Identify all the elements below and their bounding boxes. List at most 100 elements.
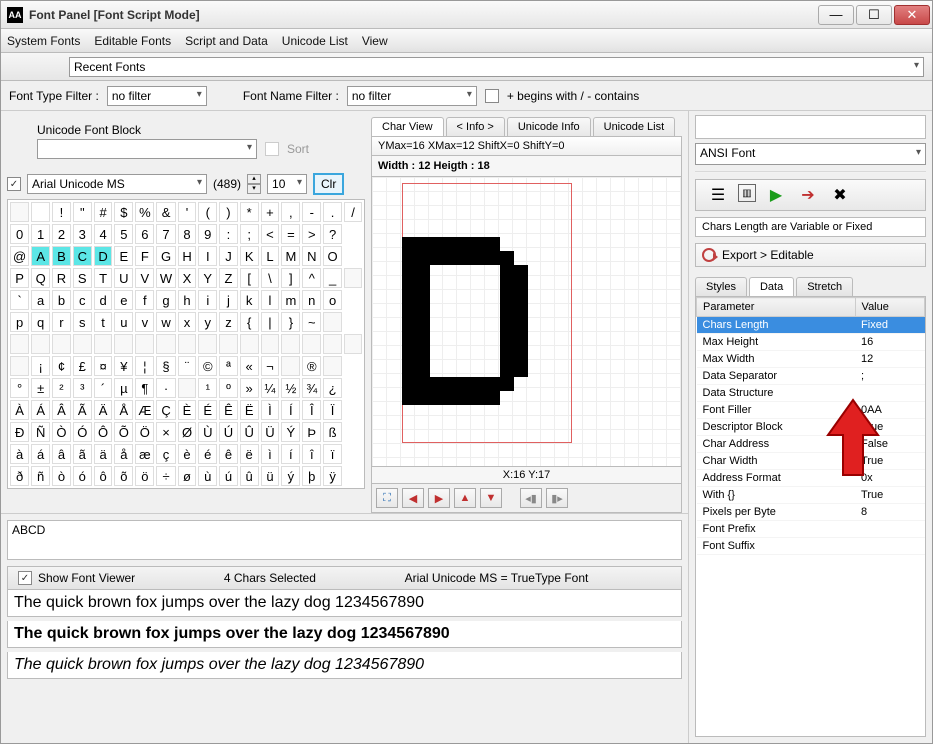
char-cell[interactable]: u (114, 312, 133, 332)
close-button[interactable]: ✕ (894, 5, 930, 25)
char-cell[interactable]: À (10, 400, 29, 420)
char-cell[interactable]: M (281, 246, 300, 266)
char-cell[interactable]: J (219, 246, 238, 266)
char-cell[interactable] (10, 202, 29, 222)
param-row[interactable]: Char WidthTrue (697, 453, 925, 470)
char-cell[interactable] (114, 334, 133, 354)
show-font-viewer-checkbox[interactable]: ✓ (18, 571, 32, 585)
export-row[interactable]: Export > Editable (695, 243, 926, 267)
char-cell[interactable]: _ (323, 268, 342, 288)
char-cell[interactable]: Ä (94, 400, 113, 420)
char-cell[interactable]: v (135, 312, 154, 332)
char-cell[interactable]: X (178, 268, 197, 288)
char-cell[interactable]: ì (261, 444, 280, 464)
char-cell[interactable]: l (261, 290, 280, 310)
char-cell[interactable]: º (219, 378, 238, 398)
char-cell[interactable]: å (114, 444, 133, 464)
char-cell[interactable] (10, 356, 29, 376)
char-cell[interactable]: * (240, 202, 259, 222)
char-cell[interactable]: Ï (323, 400, 342, 420)
char-cell[interactable] (240, 334, 259, 354)
encoding-combo[interactable]: ANSI Font (695, 143, 926, 165)
char-cell[interactable]: Ò (52, 422, 71, 442)
char-cell[interactable]: É (198, 400, 217, 420)
fit-button[interactable]: ⛶ (376, 488, 398, 508)
char-cell[interactable]: b (52, 290, 71, 310)
char-cell[interactable]: ! (52, 202, 71, 222)
char-cell[interactable]: Á (31, 400, 50, 420)
param-row[interactable]: Font Suffix (697, 538, 925, 555)
param-row[interactable]: Descriptor BlockTrue (697, 419, 925, 436)
char-cell[interactable]: | (261, 312, 280, 332)
char-cell[interactable]: § (156, 356, 175, 376)
char-cell[interactable]: Ü (261, 422, 280, 442)
import-icon[interactable]: ➔ (796, 184, 820, 206)
char-cell[interactable]: ê (219, 444, 238, 464)
next-char-button[interactable]: ▮▸ (546, 488, 568, 508)
char-cell[interactable]: ¿ (323, 378, 342, 398)
font-index-spinner[interactable]: ▴▾ (247, 174, 261, 194)
char-cell[interactable]: 9 (198, 224, 217, 244)
char-cell[interactable]: ± (31, 378, 50, 398)
char-cell[interactable]: ù (198, 466, 217, 486)
char-cell[interactable]: g (156, 290, 175, 310)
char-cell[interactable]: { (240, 312, 259, 332)
char-cell[interactable]: Ø (178, 422, 197, 442)
char-cell[interactable]: È (178, 400, 197, 420)
char-cell[interactable]: r (52, 312, 71, 332)
recent-fonts-combo[interactable]: Recent Fonts (69, 57, 924, 77)
param-row[interactable]: Address Format0x (697, 470, 925, 487)
char-cell[interactable]: Z (219, 268, 238, 288)
char-cell[interactable]: : (219, 224, 238, 244)
char-cell[interactable]: Ê (219, 400, 238, 420)
char-cell[interactable]: j (219, 290, 238, 310)
char-cell[interactable]: Ç (156, 400, 175, 420)
char-cell[interactable]: ï (323, 444, 342, 464)
char-cell[interactable]: . (323, 202, 342, 222)
char-cell[interactable]: ~ (302, 312, 321, 332)
char-cell[interactable]: ¡ (31, 356, 50, 376)
tab-data[interactable]: Data (749, 277, 794, 296)
param-row[interactable]: Data Separator; (697, 368, 925, 385)
play-icon[interactable]: ▶ (764, 184, 788, 206)
char-cell[interactable]: ¨ (178, 356, 197, 376)
tab-unicode-list[interactable]: Unicode List (593, 117, 676, 136)
tab-unicode-info[interactable]: Unicode Info (507, 117, 591, 136)
char-cell[interactable]: æ (135, 444, 154, 464)
char-cell[interactable]: Ã (73, 400, 92, 420)
tab-info[interactable]: < Info > (446, 117, 505, 136)
char-cell[interactable]: , (281, 202, 300, 222)
char-cell[interactable]: ¾ (302, 378, 321, 398)
prev-char-button[interactable]: ◂▮ (520, 488, 542, 508)
char-cell[interactable]: Ë (240, 400, 259, 420)
char-cell[interactable]: â (52, 444, 71, 464)
char-cell[interactable] (344, 268, 362, 288)
char-cell[interactable] (261, 334, 280, 354)
char-cell[interactable]: 7 (156, 224, 175, 244)
selected-chars-box[interactable]: ABCD (7, 520, 682, 560)
char-cell[interactable]: ¶ (135, 378, 154, 398)
char-cell[interactable]: Æ (135, 400, 154, 420)
menu-system-fonts[interactable]: System Fonts (7, 34, 80, 48)
char-cell[interactable]: ó (73, 466, 92, 486)
char-cell[interactable]: é (198, 444, 217, 464)
tab-char-view[interactable]: Char View (371, 117, 444, 136)
char-cell[interactable]: ¢ (52, 356, 71, 376)
char-cell[interactable]: p (10, 312, 29, 332)
char-cell[interactable]: ² (52, 378, 71, 398)
char-cell[interactable]: < (261, 224, 280, 244)
tools-icon[interactable]: ✖ (828, 184, 852, 206)
char-cell[interactable]: x (178, 312, 197, 332)
char-cell[interactable] (281, 334, 300, 354)
char-cell[interactable]: w (156, 312, 175, 332)
char-cell[interactable]: ö (135, 466, 154, 486)
param-row[interactable]: Max Width12 (697, 351, 925, 368)
param-header[interactable]: Parameter (697, 298, 856, 317)
param-row[interactable]: Font Prefix (697, 521, 925, 538)
char-cell[interactable]: ÷ (156, 466, 175, 486)
param-row[interactable]: With {}True (697, 487, 925, 504)
char-cell[interactable]: î (302, 444, 321, 464)
param-row[interactable]: Data Structure (697, 385, 925, 402)
char-cell[interactable]: N (302, 246, 321, 266)
param-row[interactable]: Chars LengthFixed (697, 317, 925, 334)
